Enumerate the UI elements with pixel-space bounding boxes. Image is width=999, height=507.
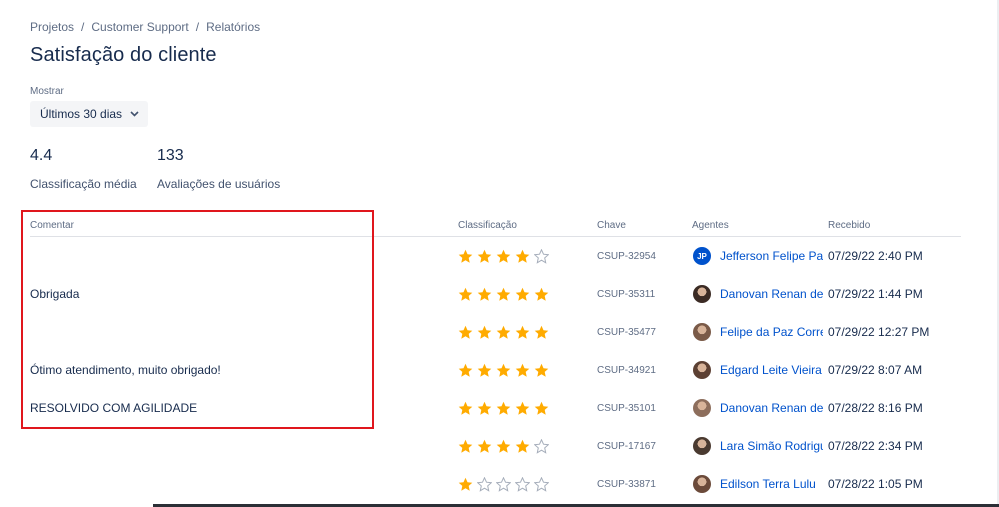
star-filled-icon — [458, 439, 473, 453]
star-filled-icon — [534, 363, 549, 377]
issue-key[interactable]: CSUP-35477 — [597, 313, 656, 351]
star-empty-icon — [496, 476, 511, 492]
rating-stars — [458, 237, 549, 275]
highlight-box — [21, 210, 374, 429]
period-select[interactable]: Últimos 30 dias — [30, 101, 148, 127]
received-date: 07/29/22 2:40 PM — [828, 249, 923, 263]
star-filled-icon — [477, 325, 492, 339]
issue-key[interactable]: CSUP-35101 — [597, 389, 656, 427]
photo-avatar — [693, 323, 711, 341]
photo-avatar — [693, 399, 711, 417]
breadcrumb-projects[interactable]: Projetos — [30, 20, 74, 34]
issue-key[interactable]: CSUP-35311 — [597, 275, 655, 313]
agent-cell: Edilson Terra Lulu — [693, 465, 823, 503]
agent-name-link[interactable]: Danovan Renan de — [720, 287, 823, 301]
breadcrumb-reports[interactable]: Relatórios — [206, 20, 260, 34]
agent-name-link[interactable]: Danovan Renan de — [720, 401, 823, 415]
star-filled-icon — [458, 249, 473, 263]
received-date: 07/28/22 1:05 PM — [828, 477, 923, 491]
received-date: 07/29/22 8:07 AM — [828, 363, 923, 377]
breadcrumb-separator: / — [81, 20, 85, 34]
received-date: 07/28/22 8:16 PM — [828, 401, 923, 415]
breadcrumb-separator: / — [195, 20, 200, 34]
agent-cell: Felipe da Paz Correia — [693, 313, 823, 351]
star-filled-icon — [496, 325, 511, 339]
column-header-received: Recebido — [828, 220, 871, 231]
star-filled-icon — [496, 363, 511, 377]
photo-avatar — [693, 475, 711, 493]
star-empty-icon — [515, 476, 530, 492]
agent-cell: Lara Simão Rodrigues — [693, 427, 823, 465]
star-empty-icon — [534, 476, 549, 492]
agent-cell: JP Jefferson Felipe Palmeira — [693, 237, 823, 275]
chevron-down-icon — [130, 111, 139, 117]
agent-name-link[interactable]: Lara Simão Rodrigues — [720, 439, 823, 453]
column-header-agents: Agentes — [692, 220, 729, 231]
star-filled-icon — [515, 363, 530, 377]
issue-key[interactable]: CSUP-33871 — [597, 465, 656, 503]
rating-stars — [458, 427, 549, 465]
star-filled-icon — [515, 287, 530, 301]
star-filled-icon — [477, 287, 492, 301]
rating-stars — [458, 465, 549, 503]
user-reviews-label: Avaliações de usuários — [157, 177, 281, 191]
column-header-rating: Classificação — [458, 220, 517, 231]
star-filled-icon — [515, 439, 530, 453]
page-title: Satisfação do cliente — [30, 44, 217, 66]
issue-key[interactable]: CSUP-17167 — [597, 427, 656, 465]
initials-avatar: JP — [693, 247, 711, 265]
average-rating-value: 4.4 — [30, 147, 53, 164]
rating-stars — [458, 351, 549, 389]
star-filled-icon — [496, 287, 511, 301]
filter-label: Mostrar — [30, 86, 64, 97]
agent-cell: Edgard Leite Vieira — [693, 351, 823, 389]
star-filled-icon — [477, 439, 492, 453]
star-filled-icon — [477, 249, 492, 263]
star-filled-icon — [515, 401, 530, 415]
star-empty-icon — [534, 248, 549, 264]
star-filled-icon — [534, 401, 549, 415]
issue-key[interactable]: CSUP-34921 — [597, 351, 656, 389]
star-filled-icon — [477, 363, 492, 377]
agent-name-link[interactable]: Jefferson Felipe Palmeira — [720, 249, 823, 263]
star-filled-icon — [458, 401, 473, 415]
period-select-value: Últimos 30 dias — [40, 107, 123, 121]
star-filled-icon — [515, 325, 530, 339]
star-filled-icon — [496, 249, 511, 263]
breadcrumb-customer-support[interactable]: Customer Support — [91, 20, 188, 34]
table-row[interactable]: CSUP-33871 Edilson Terra Lulu 07/28/22 1:0… — [0, 465, 999, 503]
star-filled-icon — [496, 401, 511, 415]
user-reviews-value: 133 — [157, 147, 184, 164]
star-filled-icon — [477, 401, 492, 415]
photo-avatar — [693, 285, 711, 303]
received-date: 07/28/22 2:34 PM — [828, 439, 923, 453]
rating-stars — [458, 275, 549, 313]
issue-key[interactable]: CSUP-32954 — [597, 237, 656, 275]
star-filled-icon — [458, 325, 473, 339]
agent-cell: Danovan Renan de — [693, 389, 823, 427]
rating-stars — [458, 389, 549, 427]
agent-cell: Danovan Renan de — [693, 275, 823, 313]
star-empty-icon — [534, 438, 549, 454]
star-filled-icon — [534, 287, 549, 301]
photo-avatar — [693, 361, 711, 379]
received-date: 07/29/22 1:44 PM — [828, 287, 923, 301]
table-row[interactable]: CSUP-17167 Lara Simão Rodrigues 07/28/22 2… — [0, 427, 999, 465]
rating-stars — [458, 313, 549, 351]
star-filled-icon — [534, 325, 549, 339]
agent-name-link[interactable]: Felipe da Paz Correia — [720, 325, 823, 339]
star-filled-icon — [458, 363, 473, 377]
star-filled-icon — [515, 249, 530, 263]
breadcrumb: Projetos / Customer Support / Relatórios — [30, 20, 260, 34]
star-filled-icon — [496, 439, 511, 453]
star-empty-icon — [477, 476, 492, 492]
column-header-key: Chave — [597, 220, 626, 231]
agent-name-link[interactable]: Edilson Terra Lulu — [720, 477, 816, 491]
star-filled-icon — [458, 477, 473, 491]
average-rating-label: Classificação média — [30, 177, 137, 191]
received-date: 07/29/22 12:27 PM — [828, 325, 930, 339]
star-filled-icon — [458, 287, 473, 301]
photo-avatar — [693, 437, 711, 455]
agent-name-link[interactable]: Edgard Leite Vieira — [720, 363, 822, 377]
